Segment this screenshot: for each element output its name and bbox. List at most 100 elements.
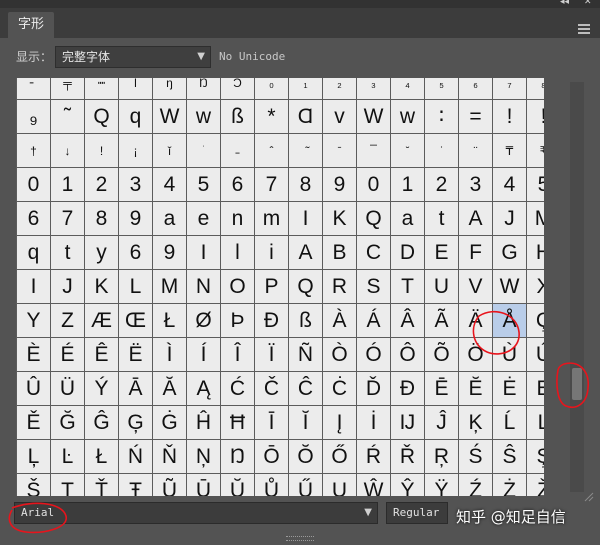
glyph-cell[interactable]: Ì [153,338,186,371]
glyph-cell[interactable]: Ĵ [425,406,458,439]
glyph-cell[interactable]: 1 [51,168,84,201]
glyph-cell[interactable]: 6 [119,236,152,269]
glyph-cell[interactable]: q [17,236,50,269]
glyph-cell[interactable]: Z [51,304,84,337]
glyph-cell[interactable]: Đ [391,372,424,405]
glyph-cell[interactable]: Ű [289,474,322,496]
glyph-cell[interactable]: ! [85,134,118,167]
glyph-cell[interactable]: Ğ [51,406,84,439]
glyph-cell[interactable]: Ċ [323,372,356,405]
glyph-cell[interactable]: Ą [187,372,220,405]
glyph-cell[interactable]: ˜ [51,100,84,133]
glyph-cell[interactable]: Ï [255,338,288,371]
glyph-cell[interactable]: ǃ [527,100,544,133]
glyph-cell[interactable]: ĺ [119,78,152,99]
glyph-cell[interactable]: 5 [187,168,220,201]
glyph-cell[interactable]: Ū [187,474,220,496]
glyph-cell[interactable]: 9 [323,168,356,201]
glyph-cell[interactable]: I [17,270,50,303]
glyph-cell[interactable]: Ē [425,372,458,405]
scrollbar-thumb[interactable] [572,368,582,400]
glyph-cell[interactable]: Ý [85,372,118,405]
glyph-cell[interactable]: * [255,100,288,133]
vertical-scrollbar[interactable] [570,82,584,492]
glyph-cell[interactable]: ╤ [51,78,84,99]
glyph-cell[interactable]: ₀ [255,78,288,99]
glyph-cell[interactable]: Æ [85,304,118,337]
glyph-cell[interactable]: Q [289,270,322,303]
glyph-cell[interactable]: Î [221,338,254,371]
glyph-cell[interactable]: t [51,236,84,269]
glyph-cell[interactable]: A [459,202,492,235]
glyph-cell[interactable]: ₇ [493,78,526,99]
glyph-cell[interactable]: Ī [255,406,288,439]
glyph-cell[interactable]: ǃ [493,100,526,133]
glyph-cell[interactable]: D [391,236,424,269]
glyph-cell[interactable]: Ř [391,440,424,473]
glyph-cell[interactable]: Ö [459,338,492,371]
glyph-cell[interactable]: B [323,236,356,269]
glyph-cell[interactable]: ̂ [255,134,288,167]
glyph-cell[interactable]: Ũ [153,474,186,496]
glyph-cell[interactable]: M [153,270,186,303]
glyph-cell[interactable]: Ò [323,338,356,371]
glyph-cell[interactable]: N [187,270,220,303]
glyph-cell[interactable]: Ô [391,338,424,371]
glyph-cell[interactable]: Ú [527,338,544,371]
glyph-cell[interactable]: Ł [153,304,186,337]
glyph-cell[interactable]: Ş [527,440,544,473]
glyph-cell[interactable]: ₹ [527,134,544,167]
glyph-cell[interactable]: ̆ [391,134,424,167]
glyph-cell[interactable]: l [221,236,254,269]
close-icon[interactable]: ✕ [584,0,592,7]
glyph-cell[interactable]: Ģ [119,406,152,439]
glyph-cell[interactable]: Ă [153,372,186,405]
glyph-cell[interactable]: Þ [221,304,254,337]
glyph-cell[interactable]: Ñ [289,338,322,371]
glyph-cell[interactable]: 7 [255,168,288,201]
glyph-cell[interactable]: ₄ [391,78,424,99]
glyph-cell[interactable]: K [323,202,356,235]
glyph-cell[interactable]: 4 [153,168,186,201]
glyph-cell[interactable]: q [119,100,152,133]
glyph-cell[interactable]: S [357,270,390,303]
glyph-cell[interactable]: ̈ [459,134,492,167]
glyph-cell[interactable]: ₆ [459,78,492,99]
glyph-cell[interactable]: Ć [221,372,254,405]
glyph-cell[interactable]: a [391,202,424,235]
glyph-cell[interactable]: Ů [255,474,288,496]
glyph-cell[interactable]: Ţ [51,474,84,496]
glyph-cell[interactable]: Ħ [221,406,254,439]
glyph-cell[interactable]: Ù [493,338,526,371]
glyph-cell[interactable]: İ [357,406,390,439]
glyph-cell[interactable]: H [527,236,544,269]
glyph-cell[interactable]: ̇ [425,134,458,167]
glyph-cell[interactable]: V [459,270,492,303]
glyph-cell[interactable]: Ŋ [221,440,254,473]
glyph-cell[interactable]: 4 [493,168,526,201]
glyph-cell[interactable]: Y [17,304,50,337]
glyph-cell[interactable]: Ż [493,474,526,496]
glyph-cell[interactable]: ŋ [153,78,186,99]
glyph-cell[interactable]: Ņ [187,440,220,473]
glyph-cell[interactable]: 0 [357,168,390,201]
glyph-cell[interactable]: ₸ [493,134,526,167]
glyph-cell[interactable]: Ŀ [51,440,84,473]
glyph-cell[interactable]: Ŏ [289,440,322,473]
glyph-cell[interactable]: Ō [255,440,288,473]
glyph-cell[interactable]: Č [255,372,288,405]
glyph-cell[interactable]: Ġ [153,406,186,439]
glyph-cell[interactable]: ∶ [425,100,458,133]
glyph-cell[interactable]: e [187,202,220,235]
glyph-cell[interactable]: Ê [85,338,118,371]
glyph-cell[interactable]: ĭ [153,134,186,167]
glyph-cell[interactable]: ׂ [187,134,220,167]
glyph-cell[interactable]: Ɑ [289,100,322,133]
glyph-cell[interactable]: w [187,100,220,133]
glyph-cell[interactable]: ̵ [221,134,254,167]
glyph-cell[interactable]: Ŷ [391,474,424,496]
panel-resize-handle[interactable] [286,536,314,541]
glyph-cell[interactable]: C [357,236,390,269]
glyph-cell[interactable]: ₈ [527,78,544,99]
glyph-cell[interactable]: Ĝ [85,406,118,439]
